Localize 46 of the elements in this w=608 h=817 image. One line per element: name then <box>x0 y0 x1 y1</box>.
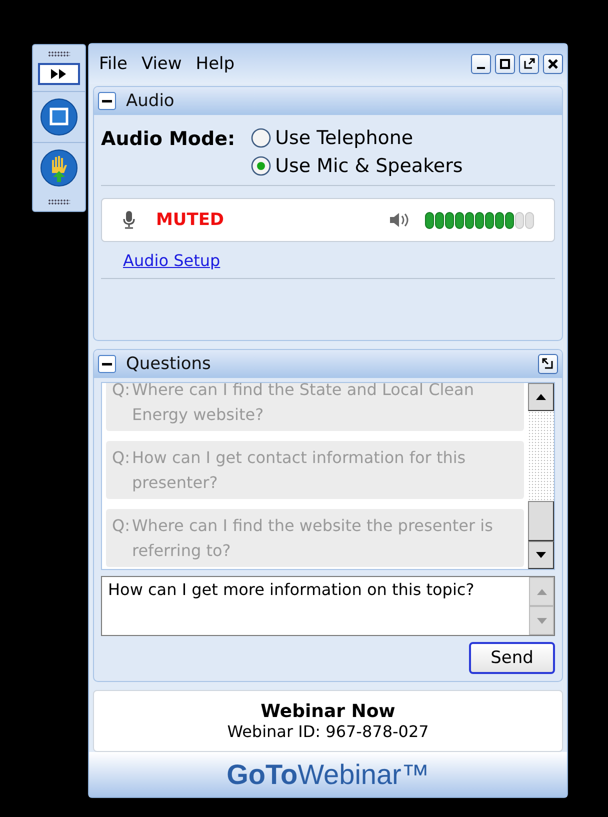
menu-item[interactable]: View <box>141 54 182 74</box>
audio-setup-link[interactable]: Audio Setup <box>123 251 220 270</box>
product-logo: GoToWebinar™ <box>226 758 430 790</box>
question-prefix: Q: <box>112 515 130 537</box>
webinar-title: Webinar Now <box>260 701 396 722</box>
option-label: Use Telephone <box>275 127 414 149</box>
scrollbar[interactable] <box>528 383 554 569</box>
up-arrow-icon[interactable] <box>535 393 547 401</box>
raise-hand-icon[interactable] <box>40 149 78 187</box>
maximize-icon <box>499 58 511 70</box>
dock-button[interactable] <box>538 354 558 374</box>
close-button[interactable] <box>543 54 563 74</box>
fast-forward-icon <box>50 68 68 80</box>
maximize-button[interactable] <box>495 54 515 74</box>
popout-icon <box>523 58 535 70</box>
mic-status: MUTED <box>156 210 224 230</box>
collapse-icon[interactable] <box>98 355 116 373</box>
speaker-icon <box>389 211 411 229</box>
question-text: Where can I find the website the presenter is referring to? <box>132 515 494 562</box>
down-arrow-icon[interactable] <box>535 551 547 559</box>
send-button[interactable]: Send <box>469 642 555 674</box>
panel-title: Questions <box>126 354 211 374</box>
option-label: Use Mic & Speakers <box>275 155 463 177</box>
close-icon <box>547 58 559 70</box>
minimize-button[interactable] <box>471 54 491 74</box>
question-prefix: Q: <box>112 383 130 401</box>
microphone-icon <box>122 210 136 230</box>
dock-icon <box>542 358 554 370</box>
menu-item[interactable]: File <box>99 54 128 74</box>
webinar-id: Webinar ID: 967-878-027 <box>227 722 429 741</box>
panel-title: Audio <box>126 91 174 111</box>
minimize-icon <box>477 66 485 68</box>
menu-item[interactable]: Help <box>196 54 235 74</box>
question-text: How can I get contact information for this presenter? <box>132 447 467 494</box>
grip-handle[interactable] <box>48 51 70 57</box>
question-prefix: Q: <box>112 447 130 469</box>
question-text: Where can I find the State and Local Clean Energy website? <box>132 383 475 426</box>
popout-button[interactable] <box>519 54 539 74</box>
radio-button[interactable] <box>251 156 272 176</box>
collapse-icon[interactable] <box>98 92 116 110</box>
screen-icon[interactable] <box>40 98 78 136</box>
radio-button[interactable] <box>251 128 272 148</box>
audio-mode-label: Audio Mode: <box>101 127 236 152</box>
expand-button[interactable] <box>38 63 80 85</box>
grip-handle[interactable] <box>48 199 70 205</box>
scroll-thumb[interactable] <box>528 501 554 541</box>
